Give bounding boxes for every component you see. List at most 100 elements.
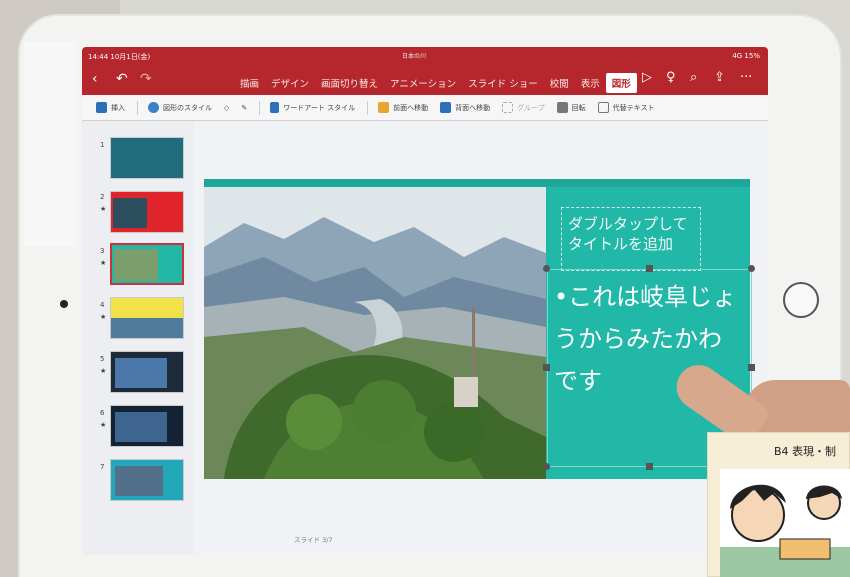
- slide-thumb-1[interactable]: [110, 137, 184, 179]
- status-battery: 4G 15%: [732, 52, 760, 60]
- status-time: 14:44 10月1日(金): [88, 53, 151, 61]
- insert-button[interactable]: 挿入: [96, 102, 125, 113]
- thumb-5-photo: [115, 358, 167, 388]
- thumb-number: 3: [100, 247, 105, 255]
- search-icon[interactable]: ⌕: [690, 70, 697, 85]
- back-icon[interactable]: ‹: [92, 71, 98, 87]
- thumb-star-icon: ★: [100, 205, 107, 213]
- title-placeholder[interactable]: ダブルタップして タイトルを追加: [561, 207, 701, 271]
- thumb-number: 5: [100, 355, 105, 363]
- pen-icon: ✎: [241, 103, 248, 112]
- thumb-number: 7: [100, 463, 105, 471]
- thumb-star-icon: ★: [100, 313, 107, 321]
- shape-toolbar: 挿入 図形のスタイル ◇ ✎ ワードアート スタイル 前面へ移動 背面へ移動 グ…: [82, 95, 768, 121]
- bring-forward-icon: [378, 102, 390, 113]
- thumb-number: 1: [100, 141, 105, 149]
- undo-icon[interactable]: ↶: [116, 71, 128, 87]
- send-backward-icon: [440, 102, 452, 113]
- thumb-4-photo: [111, 318, 183, 338]
- send-backward-button[interactable]: 背面へ移動: [440, 102, 490, 113]
- send-backward-label: 背面へ移動: [455, 103, 491, 112]
- tab-animations[interactable]: アニメーション: [384, 73, 462, 93]
- slide-thumbnails: 1 2 ★ 3 ★ 4 ★ 5 ★ 6 ★ 7: [82, 121, 194, 555]
- landscape-image: [204, 187, 546, 479]
- card-illustration: [720, 469, 850, 577]
- shape-style-button[interactable]: 図形のスタイル: [148, 102, 212, 113]
- insert-shape-icon: [96, 102, 107, 113]
- resize-handle[interactable]: [543, 364, 550, 371]
- tab-transitions[interactable]: 画面切り替え: [315, 73, 384, 93]
- thumb-3-photo: [114, 249, 158, 281]
- thumb-star-icon: ★: [100, 421, 107, 429]
- slide-thumb-5[interactable]: [110, 351, 184, 393]
- thumb-7-photo: [115, 466, 163, 496]
- redaction-patch: [24, 42, 76, 246]
- rotate-icon: [556, 102, 568, 113]
- card-title: B4 表現・制: [774, 445, 837, 458]
- slide-canvas: ダブルタップして タイトルを追加 •これは岐阜じょうからみたかわです スライド …: [194, 121, 768, 555]
- resize-handle[interactable]: [748, 265, 755, 272]
- tab-slideshow[interactable]: スライド ショー: [462, 73, 544, 93]
- powerpoint-screen: 14:44 10月1日(金) 日本の川 4G 15% ‹ ↶ ↷ 描画 デザイン…: [82, 47, 768, 555]
- resize-handle[interactable]: [543, 463, 550, 470]
- resize-handle[interactable]: [748, 364, 755, 371]
- tab-shape[interactable]: 図形: [605, 73, 637, 93]
- divider: [367, 100, 369, 115]
- play-icon[interactable]: ▷: [642, 70, 652, 85]
- slide-thumb-7[interactable]: [110, 459, 184, 501]
- worksheet-card: B4 表現・制: [707, 432, 850, 577]
- thumb-number: 6: [100, 409, 105, 417]
- tab-design[interactable]: デザイン: [265, 73, 315, 93]
- slide-counter: スライド 3/7: [294, 536, 333, 544]
- rotate-button[interactable]: 回転: [556, 102, 586, 113]
- more-icon[interactable]: ···: [740, 70, 752, 85]
- rotate-label: 回転: [571, 103, 586, 112]
- home-button[interactable]: [783, 282, 819, 318]
- slide-header-strip: [204, 179, 750, 187]
- slide-thumb-4[interactable]: [110, 297, 184, 339]
- cartoon-illustration: [720, 469, 850, 577]
- slide[interactable]: ダブルタップして タイトルを追加 •これは岐阜じょうからみたかわです: [204, 179, 755, 479]
- group-button[interactable]: グループ: [502, 102, 545, 113]
- bring-forward-label: 前面へ移動: [393, 103, 429, 112]
- bring-forward-button[interactable]: 前面へ移動: [378, 102, 428, 113]
- outline-button[interactable]: ✎: [241, 104, 247, 112]
- thumb-2-photo: [113, 198, 147, 228]
- redo-icon[interactable]: ↷: [140, 71, 152, 87]
- resize-handle[interactable]: [543, 265, 550, 272]
- wordart-label: ワードアート スタイル: [283, 103, 356, 112]
- share-icon[interactable]: ⇪: [714, 70, 725, 85]
- document-title: 日本の川: [402, 53, 427, 60]
- slide-thumb-3[interactable]: [110, 243, 184, 285]
- alt-text-button[interactable]: 代替テキスト: [597, 102, 655, 113]
- lightbulb-icon[interactable]: ♀: [666, 70, 676, 85]
- thumb-star-icon: ★: [100, 259, 107, 267]
- thumb-number: 4: [100, 301, 105, 309]
- alt-text-icon: [597, 102, 609, 113]
- fill-button[interactable]: ◇: [224, 104, 229, 112]
- divider: [137, 100, 138, 115]
- group-icon: [502, 102, 514, 113]
- tab-view[interactable]: 表示: [575, 73, 606, 93]
- tab-review[interactable]: 校閲: [544, 73, 575, 93]
- shape-style-icon: [148, 102, 159, 113]
- wordart-icon: [270, 102, 280, 113]
- divider: [259, 100, 261, 115]
- resize-handle[interactable]: [646, 463, 653, 470]
- title-bar: 14:44 10月1日(金) 日本の川 4G 15% ‹ ↶ ↷ 描画 デザイン…: [82, 47, 768, 95]
- ribbon-tabs: 描画 デザイン 画面切り替え アニメーション スライド ショー 校閲 表示 図形: [234, 73, 637, 93]
- tab-draw[interactable]: 描画: [234, 73, 265, 93]
- resize-handle[interactable]: [646, 265, 653, 272]
- alt-text-label: 代替テキスト: [612, 103, 655, 112]
- tablet-camera: [60, 300, 68, 308]
- wordart-style-button[interactable]: ワードアート スタイル: [270, 102, 355, 113]
- shape-style-label: 図形のスタイル: [163, 103, 212, 112]
- insert-label: 挿入: [111, 103, 125, 112]
- slide-thumb-2[interactable]: [110, 191, 184, 233]
- slide-thumb-6[interactable]: [110, 405, 184, 447]
- fill-icon: ◇: [224, 103, 230, 112]
- thumb-6-photo: [115, 412, 167, 442]
- group-label: グループ: [517, 103, 545, 112]
- thumb-star-icon: ★: [100, 367, 107, 375]
- gifu-castle-view-photo[interactable]: [204, 187, 546, 479]
